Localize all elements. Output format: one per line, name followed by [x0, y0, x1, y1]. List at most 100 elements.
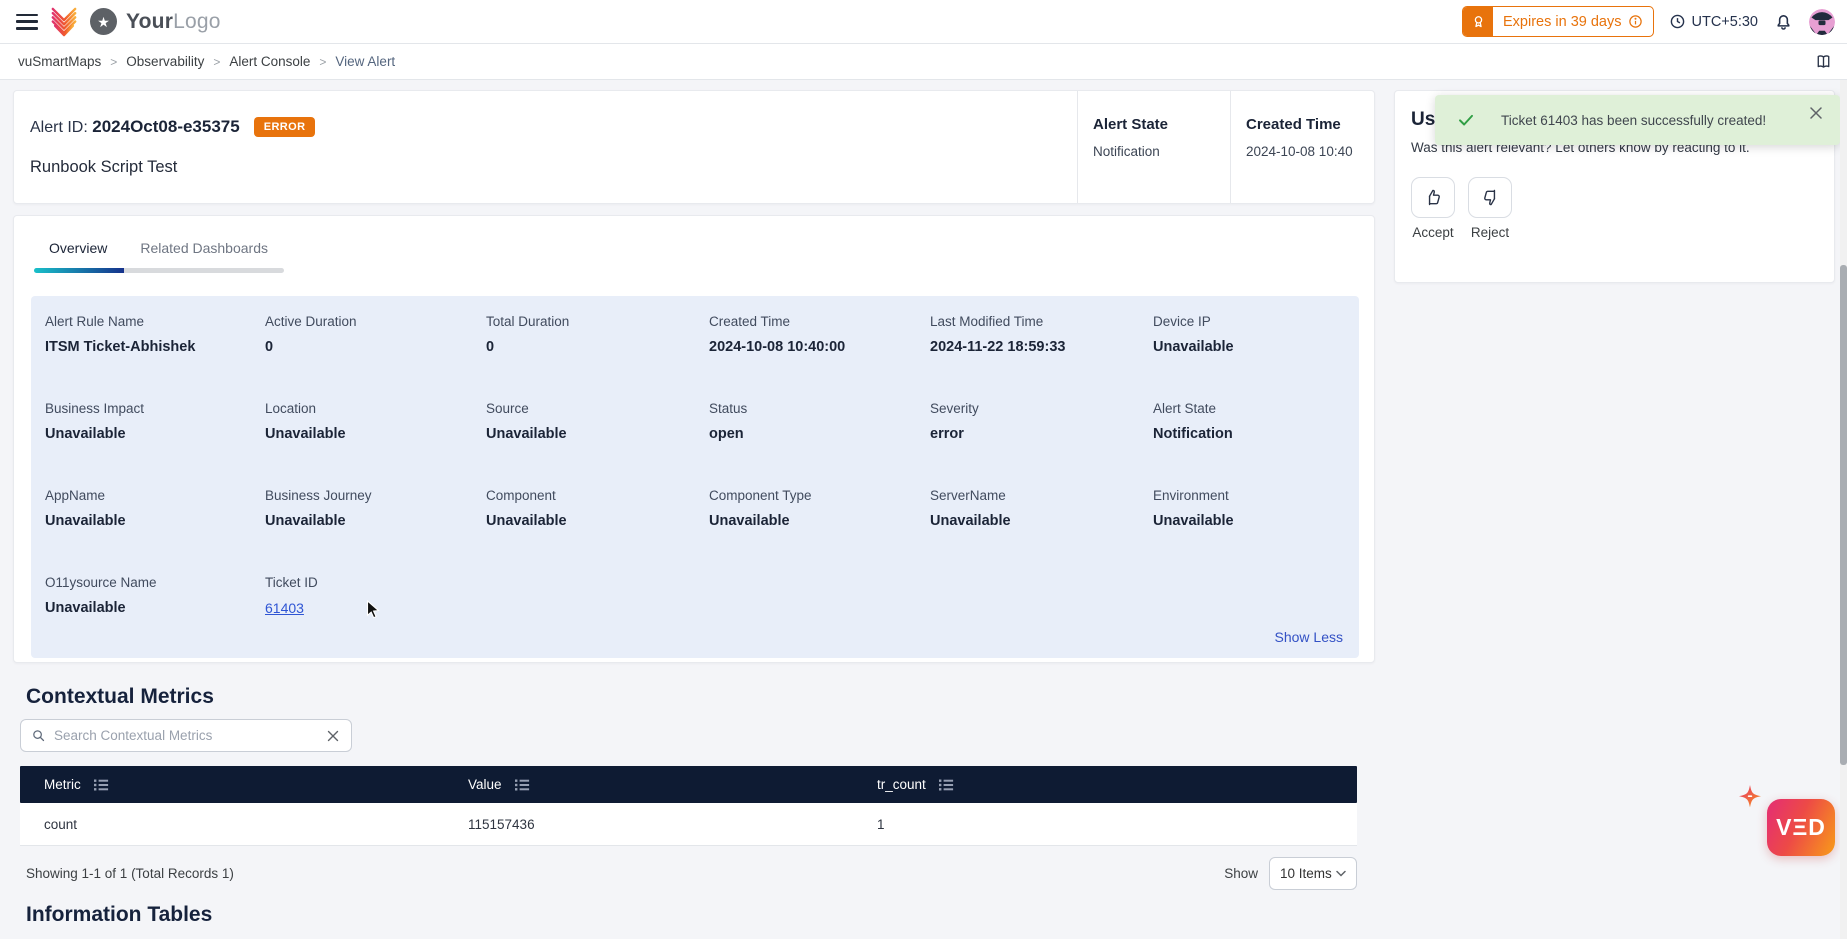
created-time-column: Created Time 2024-10-08 10:40	[1230, 91, 1374, 203]
success-toast: Ticket 61403 has been successfully creat…	[1435, 95, 1840, 145]
alert-detail-card: Overview Related Dashboards Alert Rule N…	[13, 215, 1375, 663]
notifications-bell-icon[interactable]	[1773, 11, 1794, 32]
tab-underline	[34, 268, 284, 273]
field-alert-state: Alert StateNotification	[1153, 401, 1359, 488]
cell-value: 115157436	[468, 817, 877, 832]
field-created-time: Created Time2024-10-08 10:40:00	[709, 314, 930, 401]
alert-title: Runbook Script Test	[30, 158, 1077, 177]
contextual-metrics-search	[20, 719, 352, 752]
column-filter-icon[interactable]	[939, 779, 954, 791]
toast-message: Ticket 61403 has been successfully creat…	[1501, 113, 1766, 128]
top-bar-right: Expires in 39 days UTC+5:30	[1462, 6, 1837, 37]
field-business-impact: Business ImpactUnavailable	[45, 401, 265, 488]
column-header-value[interactable]: Value	[468, 777, 877, 792]
cell-tr-count: 1	[877, 817, 1357, 832]
contextual-metrics-heading: Contextual Metrics	[26, 685, 214, 709]
field-active-duration: Active Duration0	[265, 314, 486, 401]
column-header-tr-count[interactable]: tr_count	[877, 777, 1357, 792]
breadcrumb: vuSmartMaps > Observability > Alert Cons…	[18, 54, 395, 69]
search-clear-icon[interactable]	[325, 728, 341, 744]
breadcrumb-item-observability[interactable]: Observability	[126, 54, 204, 69]
field-environment: EnvironmentUnavailable	[1153, 488, 1359, 575]
tab-bar: Overview Related Dashboards	[14, 240, 268, 256]
reject-label: Reject	[1471, 225, 1509, 240]
information-tables-heading: Information Tables	[26, 903, 212, 927]
page-size-label: Show	[1224, 866, 1258, 881]
field-ticket-id: Ticket ID61403	[265, 575, 486, 662]
top-bar-left: ★ YourLogo	[16, 6, 221, 38]
field-business-journey: Business JourneyUnavailable	[265, 488, 486, 575]
thumbs-up-icon	[1423, 187, 1444, 208]
field-alert-rule-name: Alert Rule NameITSM Ticket-Abhishek	[45, 314, 265, 401]
severity-badge: ERROR	[254, 117, 316, 137]
toast-close-icon[interactable]	[1806, 103, 1826, 126]
field-severity: Severityerror	[930, 401, 1153, 488]
ved-chat-widget[interactable]: VΞD	[1767, 799, 1835, 856]
award-ribbon-icon	[1463, 7, 1493, 36]
field-status: Statusopen	[709, 401, 930, 488]
search-input[interactable]	[54, 728, 325, 743]
top-bar: ★ YourLogo Expires in 39 days	[0, 0, 1847, 44]
brand-logo[interactable]: ★ YourLogo	[90, 8, 221, 35]
created-time-label: Created Time	[1246, 116, 1374, 133]
field-component: ComponentUnavailable	[486, 488, 709, 575]
chevron-down-icon	[1336, 870, 1346, 877]
scrollbar-thumb[interactable]	[1840, 265, 1847, 765]
alert-state-column: Alert State Notification	[1077, 91, 1230, 203]
tab-related-dashboards[interactable]: Related Dashboards	[140, 240, 268, 256]
search-icon	[31, 728, 46, 743]
ticket-id-link[interactable]: 61403	[265, 600, 304, 616]
accept-button[interactable]	[1411, 177, 1455, 218]
field-last-modified-time: Last Modified Time2024-11-22 18:59:33	[930, 314, 1153, 401]
alert-state-value: Notification	[1093, 144, 1230, 159]
field-servername: ServerNameUnavailable	[930, 488, 1153, 575]
field-component-type: Component TypeUnavailable	[709, 488, 930, 575]
table-header-row: Metric Value tr_count	[20, 766, 1357, 803]
breadcrumb-item-vusmartmaps[interactable]: vuSmartMaps	[18, 54, 101, 69]
reject-button[interactable]	[1468, 177, 1512, 218]
breadcrumb-separator: >	[213, 55, 220, 69]
column-filter-icon[interactable]	[94, 779, 109, 791]
user-avatar[interactable]	[1809, 9, 1835, 35]
created-time-value: 2024-10-08 10:40	[1246, 144, 1374, 159]
alert-state-label: Alert State	[1093, 116, 1230, 133]
hamburger-menu-icon[interactable]	[16, 14, 38, 30]
page-size-select[interactable]: 10 Items	[1269, 857, 1357, 890]
license-expiry-badge[interactable]: Expires in 39 days	[1462, 6, 1653, 37]
alert-header-card: Alert ID: 2024Oct08-e35375 ERROR Runbook…	[13, 90, 1375, 204]
breadcrumb-item-alert-console[interactable]: Alert Console	[229, 54, 310, 69]
alert-fields-grid: Alert Rule NameITSM Ticket-Abhishek Acti…	[45, 314, 1359, 662]
field-location: LocationUnavailable	[265, 401, 486, 488]
breadcrumb-bar: vuSmartMaps > Observability > Alert Cons…	[0, 44, 1847, 80]
alert-fields-panel: Alert Rule NameITSM Ticket-Abhishek Acti…	[31, 296, 1359, 658]
tab-overview[interactable]: Overview	[49, 240, 107, 256]
alert-id-value: 2024Oct08-e35375	[92, 117, 239, 136]
thumbs-down-icon	[1480, 187, 1501, 208]
pagination-bar: Showing 1-1 of 1 (Total Records 1) Show …	[20, 853, 1357, 893]
column-header-metric[interactable]: Metric	[20, 777, 468, 792]
license-expiry-label: Expires in 39 days	[1503, 14, 1621, 30]
pagination-summary: Showing 1-1 of 1 (Total Records 1)	[26, 866, 234, 881]
sparkle-icon	[1736, 784, 1764, 814]
app-root: ★ YourLogo Expires in 39 days	[0, 0, 1847, 939]
field-appname: AppNameUnavailable	[45, 488, 265, 575]
cell-metric: count	[20, 817, 468, 832]
contextual-metrics-table: Metric Value tr_count count 115157436	[20, 766, 1357, 846]
column-filter-icon[interactable]	[515, 779, 530, 791]
show-less-link[interactable]: Show Less	[1275, 629, 1343, 645]
brand-name: YourLogo	[126, 10, 221, 34]
info-icon	[1628, 14, 1643, 29]
field-source: SourceUnavailable	[486, 401, 709, 488]
clock-icon	[1669, 13, 1686, 30]
timezone-indicator[interactable]: UTC+5:30	[1669, 13, 1759, 30]
field-o11ysource-name: O11ysource NameUnavailable	[45, 575, 265, 662]
table-row: count 115157436 1	[20, 803, 1357, 846]
documentation-book-icon[interactable]	[1814, 52, 1833, 71]
accept-label: Accept	[1412, 225, 1453, 240]
breadcrumb-separator: >	[110, 55, 117, 69]
breadcrumb-separator: >	[319, 55, 326, 69]
breadcrumb-item-view-alert: View Alert	[335, 54, 395, 69]
chevron-logo-icon	[50, 6, 78, 38]
timezone-label: UTC+5:30	[1692, 14, 1759, 30]
field-total-duration: Total Duration0	[486, 314, 709, 401]
